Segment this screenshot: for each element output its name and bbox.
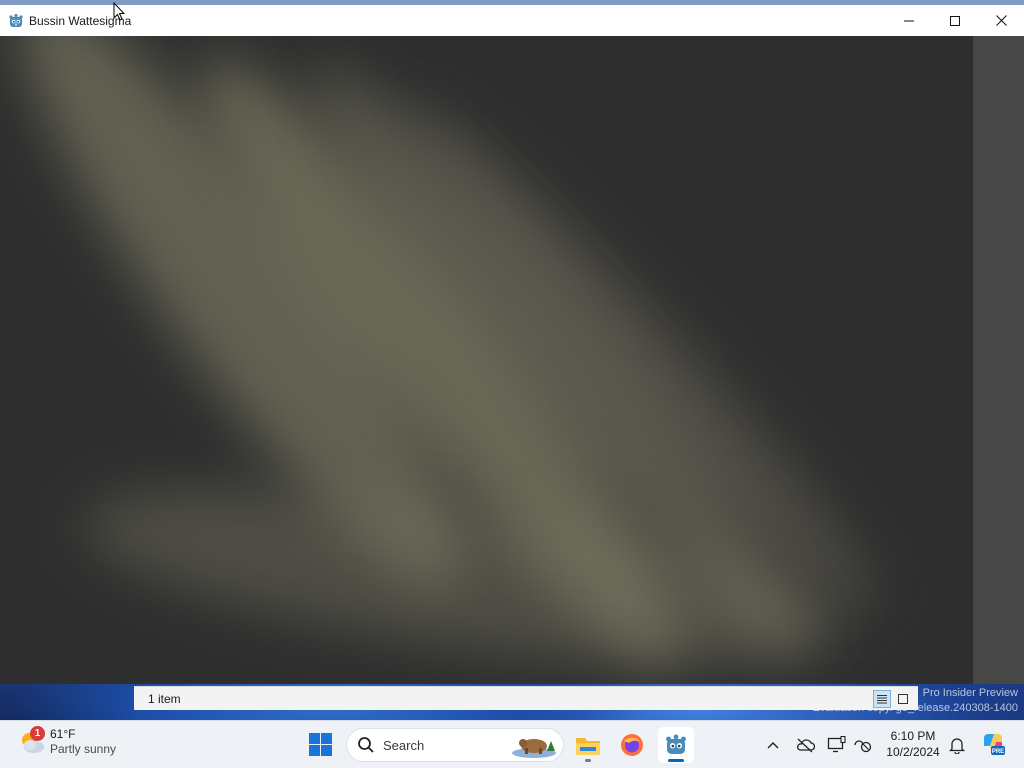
weather-badge: 1 — [30, 726, 45, 741]
show-hidden-icons-button[interactable] — [762, 734, 784, 756]
file-explorer-icon — [576, 738, 600, 755]
weather-widget[interactable]: 1 61°F Partly sunny — [18, 726, 116, 757]
search-icon — [357, 736, 375, 754]
taskbar-firefox[interactable] — [614, 727, 650, 763]
title-bar[interactable]: Bussin Wattesigma — [0, 5, 1024, 36]
copilot-badge: PRE — [992, 749, 1004, 755]
notifications-button[interactable] — [946, 734, 968, 756]
windows-logo-icon — [309, 733, 332, 756]
maximize-icon — [950, 15, 960, 26]
display-tray[interactable] — [826, 734, 848, 756]
running-indicator — [585, 759, 591, 762]
focus-tray[interactable] — [852, 734, 874, 756]
taskbar-search[interactable]: Search — [346, 728, 564, 762]
onedrive-tray[interactable] — [794, 734, 816, 756]
weather-temperature: 61°F — [50, 727, 76, 741]
taskbar-godot[interactable] — [658, 727, 694, 763]
clock-time: 6:10 PM — [890, 729, 936, 743]
app-window: Bussin Wattesigma — [0, 5, 1024, 684]
onedrive-icon — [797, 738, 815, 753]
maximize-button[interactable] — [932, 5, 978, 36]
large-icons-view-button[interactable] — [894, 690, 912, 708]
minimize-button[interactable] — [886, 5, 932, 36]
bell-icon — [949, 738, 965, 754]
search-highlight-icon — [509, 731, 559, 759]
start-button[interactable] — [308, 732, 333, 757]
focus-icon — [854, 740, 872, 753]
explorer-status-bar: 1 item — [134, 686, 918, 710]
viewport-side-panel — [973, 36, 1024, 684]
close-icon — [995, 15, 1007, 26]
game-viewport[interactable] — [0, 36, 973, 684]
firefox-icon — [621, 734, 643, 756]
taskbar-clock[interactable]: 6:10 PM 10/2/2024 — [878, 728, 948, 760]
mouse-cursor — [113, 2, 125, 21]
godot-icon — [8, 13, 24, 29]
godot-icon — [666, 734, 686, 754]
weather-condition: Partly sunny — [50, 742, 117, 756]
clock-date: 10/2/2024 — [886, 745, 940, 759]
copilot-button[interactable]: PRE — [980, 731, 1006, 757]
view-toggle — [873, 689, 912, 708]
copilot-icon: PRE — [984, 734, 1005, 755]
taskbar: 1 61°F Partly sunny Search 6:10 PM 10/2/… — [0, 720, 1024, 768]
window-controls — [886, 5, 1024, 36]
details-view-icon — [877, 694, 887, 703]
taskbar-file-explorer[interactable] — [570, 727, 606, 763]
partly-sunny-icon: 1 — [18, 726, 46, 756]
search-label: Search — [383, 737, 425, 753]
close-button[interactable] — [978, 5, 1024, 36]
item-count: 1 item — [148, 691, 181, 706]
display-icon — [827, 736, 846, 753]
minimize-icon — [904, 20, 914, 21]
large-icons-view-icon — [898, 693, 908, 704]
details-view-button[interactable] — [873, 689, 891, 708]
chevron-up-icon — [767, 742, 779, 749]
active-indicator — [668, 759, 684, 762]
weather-text: 61°F Partly sunny — [50, 727, 116, 757]
